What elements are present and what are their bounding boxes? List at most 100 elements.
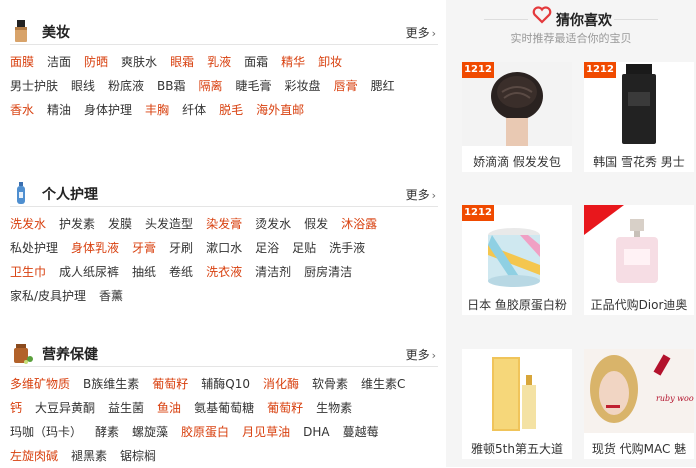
keyword-link[interactable]: 成人纸尿裤 — [59, 265, 119, 279]
keyword-link[interactable]: 洗发水 — [10, 217, 46, 231]
keyword-row: 家私/皮具护理 香薰 — [10, 284, 438, 308]
keyword-link[interactable]: 身体护理 — [84, 103, 132, 117]
keyword-link[interactable]: 烫发水 — [255, 217, 291, 231]
keyword-link[interactable]: 牙刷 — [169, 241, 193, 255]
recommend-header: 猜你喜欢 实时推荐最适合你的宝贝 — [446, 4, 696, 45]
keyword-link[interactable]: 螺旋藻 — [132, 425, 168, 439]
keyword-link[interactable]: 洁面 — [47, 55, 71, 69]
keyword-link[interactable]: 消化酶 — [263, 377, 299, 391]
keyword-row: 多维矿物质 B族维生素 葡萄籽 辅酶Q10 消化酶 软骨素 维生素C — [10, 372, 438, 396]
keyword-link[interactable]: 葡萄籽 — [267, 401, 303, 415]
keyword-link[interactable]: 多维矿物质 — [10, 377, 70, 391]
keyword-link[interactable]: 防晒 — [84, 55, 108, 69]
keyword-link[interactable]: 发膜 — [108, 217, 132, 231]
keyword-link[interactable]: 面霜 — [244, 55, 268, 69]
keyword-link[interactable]: 大豆异黄酮 — [35, 401, 95, 415]
more-link[interactable]: 更多 › — [406, 24, 436, 41]
chevron-right-icon: › — [431, 27, 436, 40]
keyword-link[interactable]: 漱口水 — [206, 241, 242, 255]
keyword-link[interactable]: 厨房清洁 — [304, 265, 352, 279]
keyword-link[interactable]: 葡萄籽 — [152, 377, 188, 391]
keyword-link[interactable]: 酵素 — [95, 425, 119, 439]
keyword-link[interactable]: 维生素C — [361, 377, 405, 391]
keyword-link[interactable]: 香水 — [10, 103, 34, 117]
keyword-link[interactable]: 益生菌 — [108, 401, 144, 415]
promo-badge: 1212 — [462, 62, 494, 78]
keyword-link[interactable]: 牙膏 — [132, 241, 156, 255]
keyword-link[interactable]: 卫生巾 — [10, 265, 46, 279]
keyword-link[interactable]: 氨基葡萄糖 — [194, 401, 254, 415]
keyword-link[interactable]: 脱毛 — [219, 103, 243, 117]
keyword-link[interactable]: 睫毛膏 — [236, 79, 272, 93]
keyword-link[interactable]: 精油 — [47, 103, 71, 117]
keyword-link[interactable]: 卷纸 — [169, 265, 193, 279]
foundation-bottle-icon — [15, 20, 27, 42]
keyword-link[interactable]: 锯棕榈 — [120, 449, 156, 463]
product-name: 韩国 雪花秀 男士 — [593, 155, 685, 169]
keyword-link[interactable]: 唇膏 — [334, 79, 358, 93]
keyword-link[interactable]: 身体乳液 — [71, 241, 119, 255]
more-link[interactable]: 更多 › — [406, 346, 436, 363]
product-card[interactable]: 1212 日本 鱼胶原蛋白粉 — [462, 205, 572, 315]
keyword-link[interactable]: 纤体 — [182, 103, 206, 117]
promo-badge: 1212 — [462, 205, 494, 221]
product-card[interactable]: 雅顿5th第五大道 — [462, 349, 572, 459]
product-card[interactable]: 1212 娇滴滴 假发发包 — [462, 62, 572, 172]
keyword-link[interactable]: 隔离 — [199, 79, 223, 93]
keyword-link[interactable]: 辅酶Q10 — [201, 377, 250, 391]
keyword-link[interactable]: 粉底液 — [108, 79, 144, 93]
keyword-link[interactable]: 卸妆 — [318, 55, 342, 69]
keyword-link[interactable]: 生物素 — [316, 401, 352, 415]
keyword-link[interactable]: 足贴 — [292, 241, 316, 255]
keyword-link[interactable]: 清洁剂 — [255, 265, 291, 279]
chevron-right-icon: › — [431, 189, 436, 202]
keyword-link[interactable]: 抽纸 — [132, 265, 156, 279]
keyword-link[interactable]: 海外直邮 — [256, 103, 304, 117]
keyword-link[interactable]: 月见草油 — [242, 425, 290, 439]
product-card[interactable]: 正品代购Dior迪奥 — [584, 205, 694, 315]
keyword-link[interactable]: 假发 — [304, 217, 328, 231]
keyword-row: 面膜 洁面 防晒 爽肤水 眼霜 乳液 面霜 精华 卸妆 — [10, 50, 438, 74]
keyword-link[interactable]: 私处护理 — [10, 241, 58, 255]
keyword-link[interactable]: B族维生素 — [83, 377, 139, 391]
keyword-link[interactable]: 洗手液 — [329, 241, 365, 255]
keyword-link[interactable]: 爽肤水 — [121, 55, 157, 69]
keyword-row: 左旋肉碱 褪黑素 锯棕榈 — [10, 444, 438, 468]
keyword-link[interactable]: 香薰 — [99, 289, 123, 303]
keyword-link[interactable]: 面膜 — [10, 55, 34, 69]
keyword-link[interactable]: 头发造型 — [145, 217, 193, 231]
keyword-link[interactable]: 胶原蛋白 — [181, 425, 229, 439]
keyword-link[interactable]: 乳液 — [207, 55, 231, 69]
keyword-link[interactable]: DHA — [303, 425, 329, 439]
chevron-right-icon: › — [431, 349, 436, 362]
keyword-link[interactable]: 男士护肤 — [10, 79, 58, 93]
keyword-link[interactable]: 鱼油 — [157, 401, 181, 415]
keyword-link[interactable]: BB霜 — [157, 79, 185, 93]
keyword-link[interactable]: 眼线 — [71, 79, 95, 93]
keyword-link[interactable]: 家私/皮具护理 — [10, 289, 86, 303]
keyword-link[interactable]: 软骨素 — [312, 377, 348, 391]
category-header: 美妆 更多 › — [10, 18, 438, 45]
keyword-link[interactable]: 彩妆盘 — [285, 79, 321, 93]
keyword-link[interactable]: 染发膏 — [206, 217, 242, 231]
more-link[interactable]: 更多 › — [406, 186, 436, 203]
product-image — [584, 205, 694, 289]
keyword-link[interactable]: 眼霜 — [170, 55, 194, 69]
keyword-link[interactable]: 洗衣液 — [206, 265, 242, 279]
keyword-link[interactable]: 褪黑素 — [71, 449, 107, 463]
keyword-row: 香水 精油 身体护理 丰胸 纤体 脱毛 海外直邮 — [10, 98, 438, 122]
keyword-link[interactable]: 左旋肉碱 — [10, 449, 58, 463]
keyword-link[interactable]: 护发素 — [59, 217, 95, 231]
keyword-link[interactable]: 腮红 — [371, 79, 395, 93]
keyword-link[interactable]: 足浴 — [255, 241, 279, 255]
keyword-link[interactable]: 沐浴露 — [341, 217, 377, 231]
keyword-row: 玛咖（玛卡） 酵素 螺旋藻 胶原蛋白 月见草油 DHA 蔓越莓 — [10, 420, 438, 444]
product-name: 正品代购Dior迪奥 — [590, 298, 688, 312]
keyword-link[interactable]: 钙 — [10, 401, 22, 415]
product-card[interactable]: 1212 韩国 雪花秀 男士 — [584, 62, 694, 172]
product-card[interactable]: ruby woo 现货 代购MAC 魅 — [584, 349, 694, 459]
keyword-link[interactable]: 精华 — [281, 55, 305, 69]
keyword-link[interactable]: 蔓越莓 — [343, 425, 379, 439]
keyword-link[interactable]: 玛咖（玛卡） — [10, 425, 82, 439]
keyword-link[interactable]: 丰胸 — [145, 103, 169, 117]
